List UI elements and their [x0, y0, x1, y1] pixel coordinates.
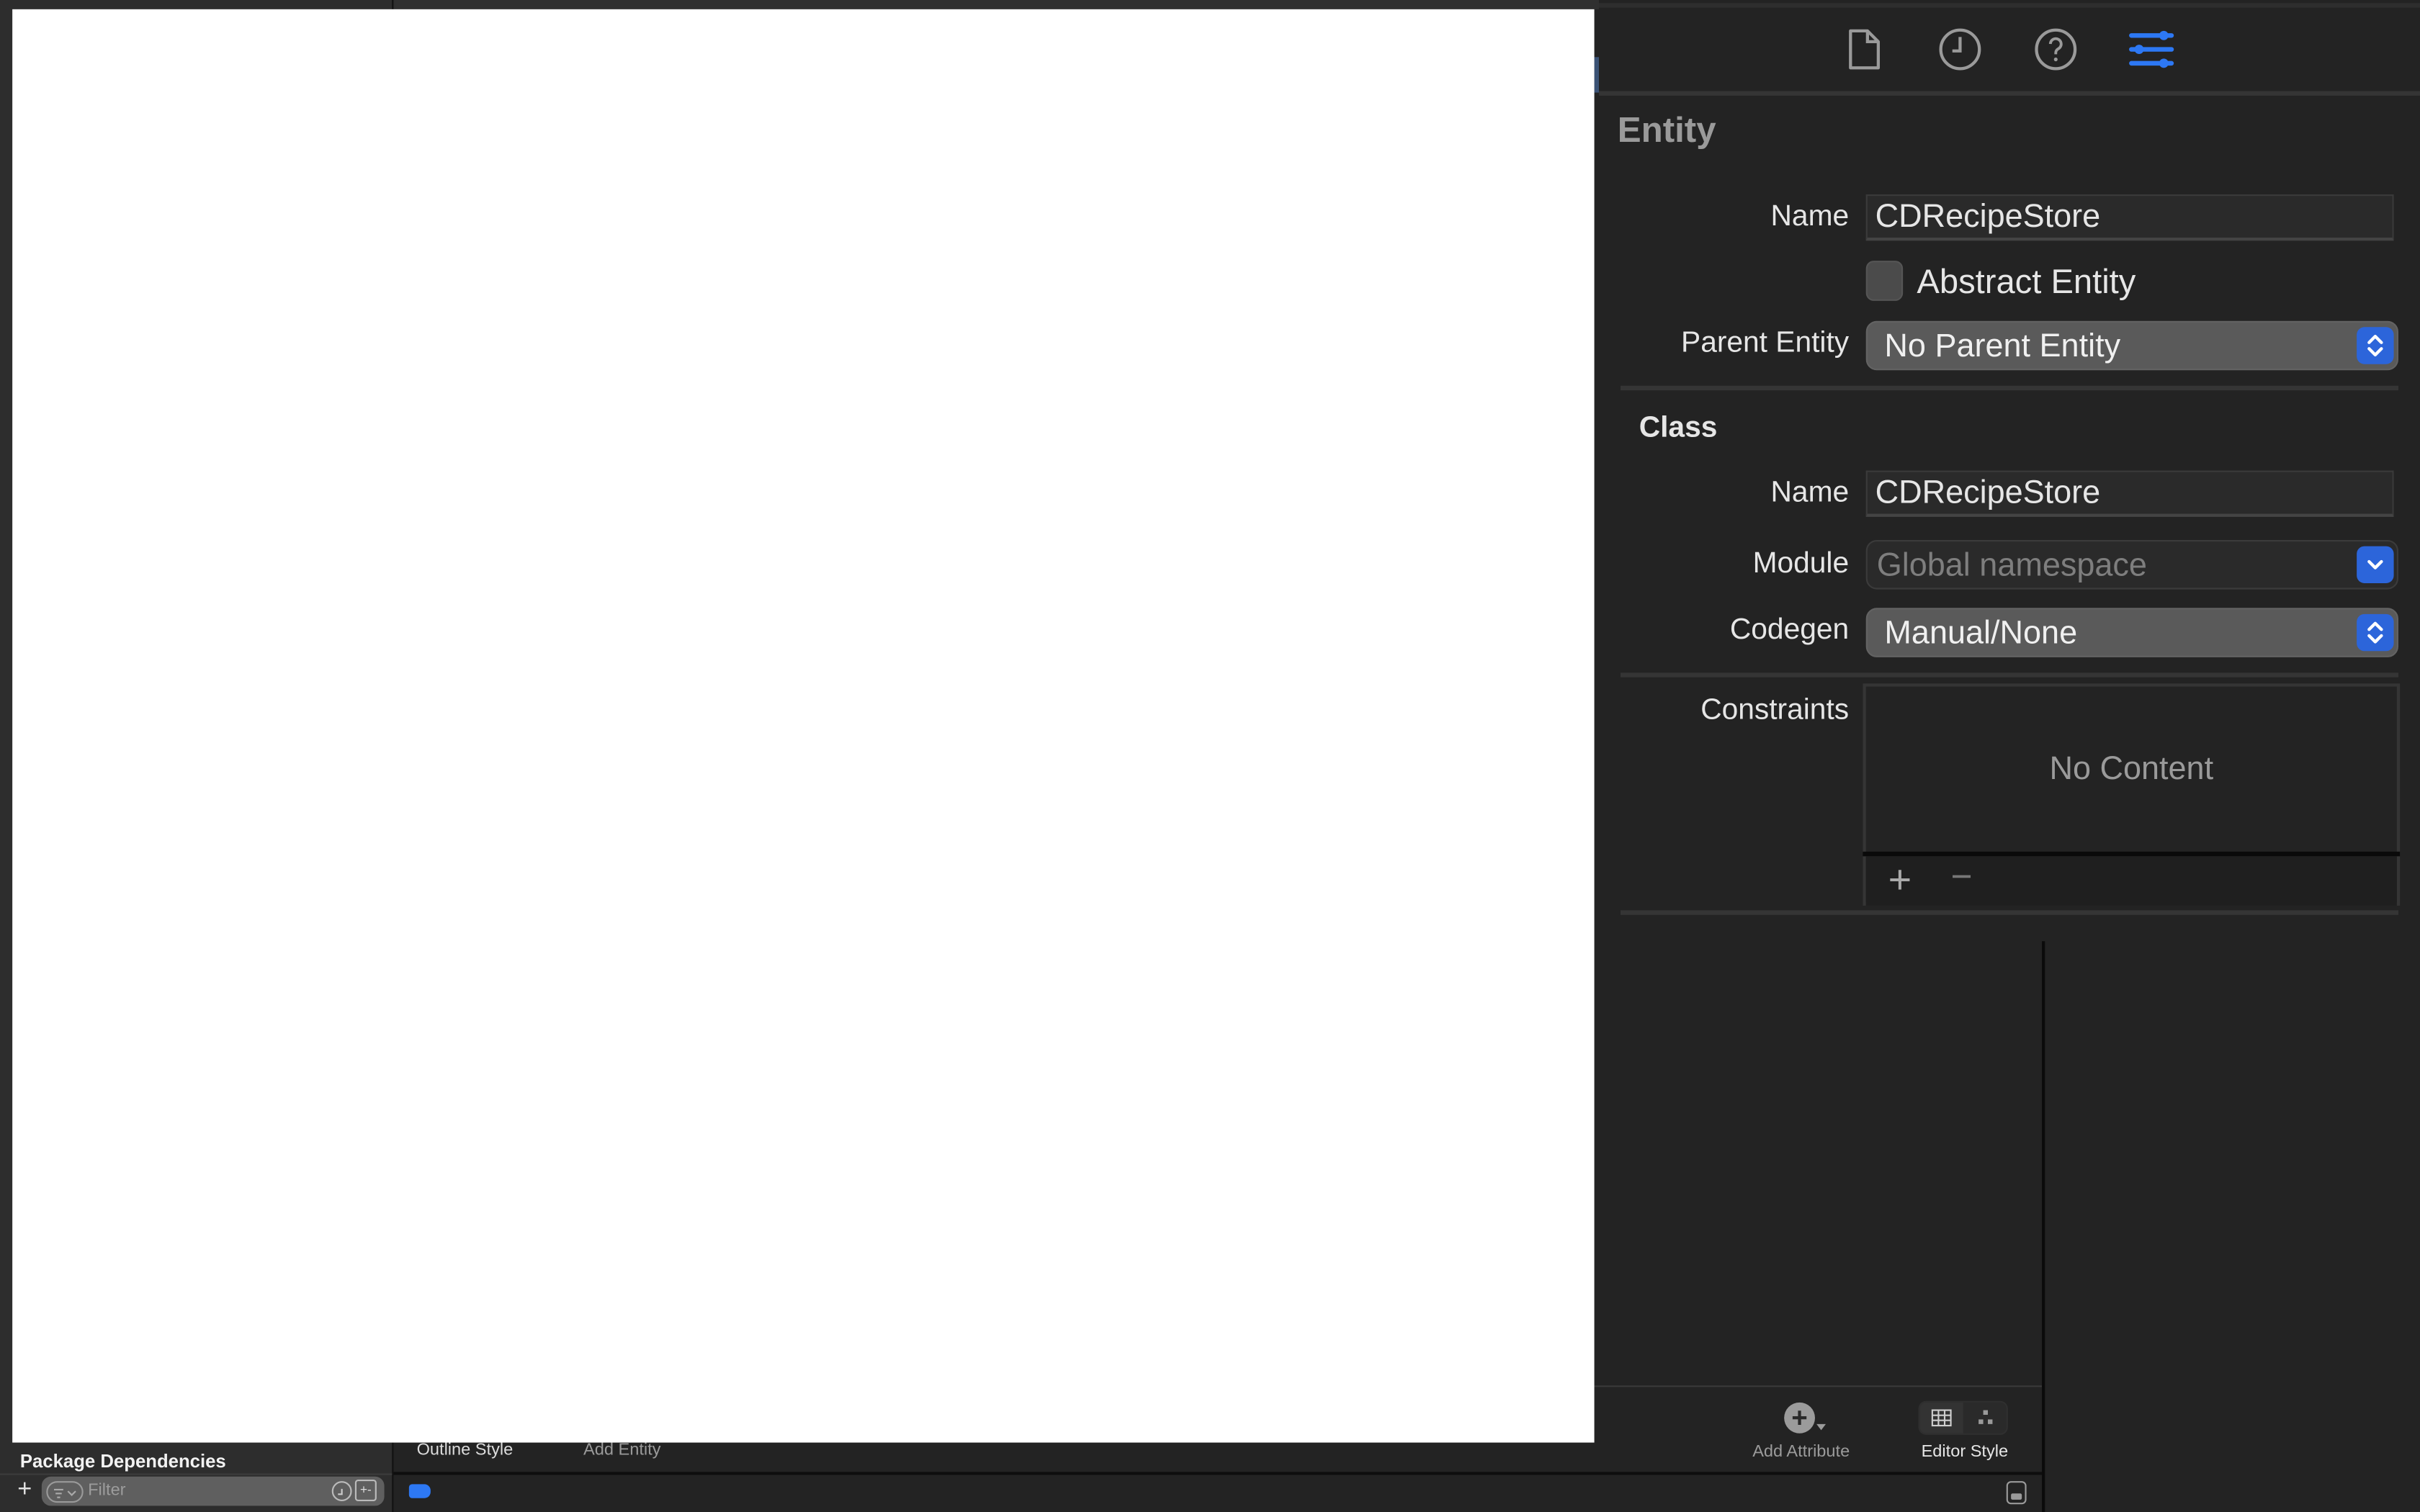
plus-circle-icon: + [1784, 1402, 1815, 1434]
filter-input[interactable] [88, 1477, 320, 1503]
inspector-tabs-divider [1599, 91, 2420, 96]
add-entity-label: Add Entity [583, 1441, 661, 1460]
chevron-down-icon[interactable] [2357, 546, 2394, 583]
outline-style-label: Outline Style [416, 1441, 514, 1460]
codegen-popup[interactable]: Manual/None [1865, 608, 2398, 657]
entity-section-title: Entity [1617, 109, 1716, 150]
class-name-field[interactable] [1865, 470, 2394, 517]
editor-style-segmented [1918, 1400, 2008, 1435]
up-down-arrows-icon [2357, 613, 2394, 652]
toggle-debug-area-button[interactable] [2006, 1481, 2027, 1505]
module-placeholder: Global namespace [1876, 547, 2147, 583]
navigator-filter-field[interactable]: +- [41, 1476, 385, 1506]
history-inspector-tab[interactable] [1937, 23, 1983, 76]
class-section-title: Class [1639, 412, 1718, 445]
module-combo-box[interactable]: Global namespace [1865, 540, 2398, 590]
file-icon [1849, 29, 1880, 70]
source-control-filter-icon[interactable]: +- [354, 1480, 377, 1501]
parent-entity-popup[interactable]: No Parent Entity [1865, 320, 2398, 371]
up-down-arrows-icon [2357, 327, 2394, 364]
table-style-button[interactable] [1919, 1402, 1963, 1434]
constraints-table[interactable]: No Content + − [1863, 683, 2401, 906]
codegen-label: Codegen [1729, 613, 1850, 647]
debug-bar [393, 1475, 2043, 1512]
constraints-empty-state: No Content [2049, 751, 2214, 787]
navigator-footer-divider [0, 1473, 393, 1475]
data-model-inspector-tab[interactable] [2128, 23, 2174, 76]
entity-name-field[interactable] [1865, 194, 2394, 241]
module-label: Module [1752, 547, 1850, 580]
constraints-footer: + − [1865, 856, 2397, 906]
editor-style-control: Editor Style [1914, 1398, 2015, 1465]
file-inspector-tab[interactable] [1843, 23, 1889, 76]
inspector-tab-bar [1599, 8, 2420, 93]
graph-style-button[interactable] [1965, 1403, 2007, 1434]
abstract-entity-checkbox[interactable] [1865, 261, 1904, 301]
parent-entity-value: No Parent Entity [1884, 328, 2121, 364]
editor-style-label: Editor Style [1921, 1442, 2009, 1462]
class-name-input[interactable] [1867, 472, 2393, 514]
xcode-window: Package Dependencies + +- Outline Style … [0, 0, 2420, 1512]
graph-nodes-icon [1978, 1410, 1993, 1424]
add-attribute-label: Add Attribute [1752, 1442, 1850, 1462]
abstract-entity-label: Abstract Entity [1917, 262, 2136, 301]
remove-constraint-button[interactable]: − [1943, 858, 1980, 898]
codegen-value: Manual/None [1884, 616, 2078, 652]
recent-files-filter-icon[interactable] [331, 1481, 352, 1501]
blank-overlay-panel [12, 9, 1595, 1443]
table-grid-icon [1931, 1409, 1952, 1427]
inspector-divider[interactable] [2042, 941, 2045, 1512]
entity-name-label: Name [1770, 200, 1850, 233]
constraints-bottom-divider [1621, 910, 2398, 915]
navigator-add-button[interactable]: + [14, 1477, 35, 1505]
help-icon [2035, 28, 2077, 71]
entity-class-divider [1621, 385, 2398, 391]
constraints-label: Constraints [1700, 694, 1850, 727]
parent-entity-label: Parent Entity [1681, 327, 1850, 360]
help-inspector-tab[interactable] [2033, 23, 2079, 76]
entity-name-input[interactable] [1867, 196, 2393, 238]
add-attribute-button[interactable]: + Add Attribute [1744, 1398, 1858, 1465]
filter-options-icon[interactable] [46, 1481, 84, 1503]
class-name-label: Name [1770, 477, 1850, 510]
debug-area-icon [2011, 1493, 2022, 1500]
add-constraint-button[interactable]: + [1881, 860, 1918, 900]
editor-bottom-divider [1594, 1385, 2042, 1387]
sliders-icon [2129, 30, 2174, 68]
clock-icon [1939, 28, 1981, 71]
dropdown-caret-icon [1816, 1423, 1826, 1431]
breakpoint-toggle-icon[interactable] [408, 1484, 431, 1498]
package-dependencies-header: Package Dependencies [19, 1450, 226, 1472]
class-constraints-divider [1621, 672, 2398, 678]
